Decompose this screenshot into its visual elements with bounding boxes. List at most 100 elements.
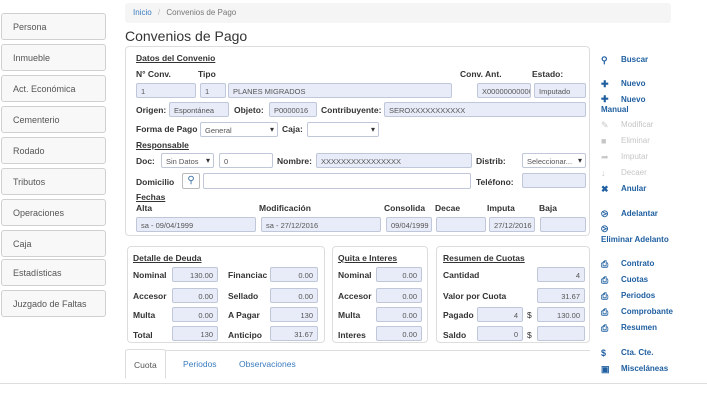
quita-accesor-label: Accesor (338, 291, 372, 301)
anular-button[interactable]: ✖ Anular (601, 184, 646, 195)
periodos-print-button[interactable]: ⎙ Periodos (601, 291, 655, 302)
deuda-multa-field[interactable]: 0.00 (172, 307, 218, 322)
doc-number-field[interactable]: 0 (219, 153, 273, 168)
origen-field[interactable]: Espontánea (169, 102, 229, 117)
sidebar-item-operaciones[interactable]: Operaciones (1, 199, 106, 226)
breadcrumb-current: Convenios de Pago (166, 8, 237, 17)
consolida-field[interactable]: 09/04/1999 (386, 217, 432, 232)
cuotas-pagado-count[interactable]: 4 (477, 307, 523, 322)
domicilio-field[interactable] (203, 173, 471, 189)
deuda-sellado-field[interactable]: 0.00 (270, 288, 318, 303)
baja-field[interactable] (540, 217, 586, 232)
deuda-accesor-field[interactable]: 0.00 (172, 288, 218, 303)
deuda-anticipo-field[interactable]: 31.67 (270, 326, 318, 341)
cuotas-cantidad-label: Cantidad (443, 270, 480, 280)
sidebar-item-rodado[interactable]: Rodado (1, 137, 106, 164)
objeto-field[interactable]: P0000016 (269, 102, 317, 117)
print-icon: ⎙ (601, 275, 609, 285)
tab-observaciones[interactable]: Observaciones (231, 355, 304, 373)
tipo-desc-field[interactable]: PLANES MIGRADOS (228, 83, 452, 98)
doc-type-select[interactable]: Sin Datos (161, 153, 214, 168)
dollar-icon: $ (601, 348, 607, 358)
caja-select[interactable] (307, 122, 379, 137)
resumen-print-button[interactable]: ⎙ Resumen (601, 323, 657, 334)
nconv-field[interactable]: 1 (136, 83, 196, 98)
cuotas-print-button[interactable]: ⎙ Cuotas (601, 275, 648, 286)
circle-arrow-icon: ⧁ (601, 224, 609, 234)
section-resumen-cuotas: Resumen de Cuotas (443, 253, 525, 263)
sidebar-item-inmueble[interactable]: Inmueble (1, 44, 106, 71)
cuotas-cantidad-field[interactable]: 4 (537, 267, 585, 282)
estado-field[interactable]: Imputado (534, 83, 586, 98)
arrow-down-icon: ↓ (601, 168, 606, 178)
section-responsable: Responsable (136, 140, 189, 150)
contrato-button[interactable]: ⎙ Contrato (601, 259, 654, 270)
domicilio-search-button[interactable]: ⚲ (182, 173, 200, 189)
modificacion-field[interactable]: sa - 27/12/2016 (261, 217, 381, 232)
quita-multa-field[interactable]: 0.00 (376, 307, 422, 322)
contrib-label: Contribuyente: (321, 105, 382, 115)
contrib-field[interactable]: SEROXXXXXXXXXXX (384, 102, 586, 117)
decaer-button[interactable]: ↓ Decaer (601, 168, 647, 178)
domicilio-label: Domicilio (136, 177, 175, 187)
sidebar-item-tributos[interactable]: Tributos (1, 168, 106, 195)
estado-label: Estado: (532, 69, 564, 79)
deuda-total-field[interactable]: 130 (172, 326, 218, 341)
nuevo-button[interactable]: ✚ Nuevo (601, 79, 645, 90)
telefono-label: Teléfono: (476, 177, 514, 187)
eliminar-button[interactable]: ■ Eliminar (601, 136, 650, 146)
sidebar-item-estadisticas[interactable]: Estadísticas (1, 259, 106, 286)
quita-multa-label: Multa (338, 310, 361, 320)
deuda-total-label: Total (133, 330, 153, 340)
miscelaneas-button[interactable]: ▣ Misceláneas (601, 364, 668, 375)
doc-label: Doc: (136, 156, 155, 166)
plus-icon: ✚ (601, 79, 609, 89)
tab-cuota[interactable]: Cuota (125, 349, 166, 379)
cuotas-panel: Resumen de Cuotas Cantidad 4 Valor por C… (436, 246, 590, 343)
imputar-button[interactable]: ➦ Imputar (601, 152, 648, 163)
telefono-field[interactable] (522, 173, 586, 188)
breadcrumb-separator: / (157, 8, 161, 17)
tipo-code-field[interactable]: 1 (200, 83, 226, 98)
deuda-nominal-field[interactable]: 130.00 (172, 267, 218, 282)
cuotas-saldo-amount[interactable] (537, 326, 585, 341)
modificar-button[interactable]: ✎ Modificar (601, 120, 653, 131)
sidebar-item-act-economica[interactable]: Act. Económica (1, 75, 106, 102)
deuda-panel: Detalle de Deuda Nominal 130.00 Financia… (127, 246, 325, 343)
cuotas-valor-field[interactable]: 31.67 (537, 288, 585, 303)
nombre-field[interactable]: XXXXXXXXXXXXXXXX (316, 153, 472, 168)
deuda-apagar-field[interactable]: 130 (270, 307, 318, 322)
quita-accesor-field[interactable]: 0.00 (376, 288, 422, 303)
sidebar-item-caja[interactable]: Caja (1, 230, 106, 257)
nuevo-manual-button[interactable]: ✚ Nuevo Manual (601, 94, 645, 114)
eliminar-adelanto-button[interactable]: ⧁ Eliminar Adelanto (601, 224, 669, 244)
cuotas-saldo-currency: $ (527, 330, 532, 340)
sidebar-item-persona[interactable]: Persona (1, 13, 106, 40)
adelantar-button[interactable]: ⧁ Adelantar (601, 209, 658, 220)
convant-label: Conv. Ant. (460, 69, 502, 79)
quita-interes-field[interactable]: 0.00 (376, 326, 422, 341)
quita-interes-label: Interes (338, 330, 366, 340)
forma-pago-select[interactable]: General (200, 122, 278, 137)
buscar-button[interactable]: ⚲ Buscar (601, 55, 648, 66)
cta-cte-button[interactable]: $ Cta. Cte. (601, 348, 653, 358)
sidebar-item-cementerio[interactable]: Cementerio (1, 106, 106, 133)
deuda-financ-field[interactable]: 0.00 (270, 267, 318, 282)
sidebar-item-juzgado-faltas[interactable]: Juzgado de Faltas (1, 290, 106, 317)
comprobante-print-button[interactable]: ⎙ Comprobante (601, 307, 673, 318)
alta-field[interactable]: sa - 09/04/1999 (136, 217, 256, 232)
breadcrumb-home[interactable]: Inicio (133, 8, 152, 17)
deuda-anticipo-label: Anticipo (228, 330, 262, 340)
quita-nominal-field[interactable]: 0.00 (376, 267, 422, 282)
imputa-field[interactable]: 27/12/2016 (489, 217, 535, 232)
cuotas-pagado-amount[interactable]: 130.00 (537, 307, 585, 322)
distrib-select[interactable]: Seleccionar... (522, 153, 586, 168)
deuda-nominal-label: Nominal (133, 270, 167, 280)
decae-field[interactable] (436, 217, 486, 232)
nconv-label: N° Conv. (136, 69, 171, 79)
cuotas-saldo-count[interactable]: 0 (477, 326, 523, 341)
tab-periodos[interactable]: Periodos (175, 355, 225, 373)
convant-field[interactable]: X000000000001 (477, 83, 531, 98)
quita-nominal-label: Nominal (338, 270, 372, 280)
search-icon: ⚲ (601, 55, 608, 65)
